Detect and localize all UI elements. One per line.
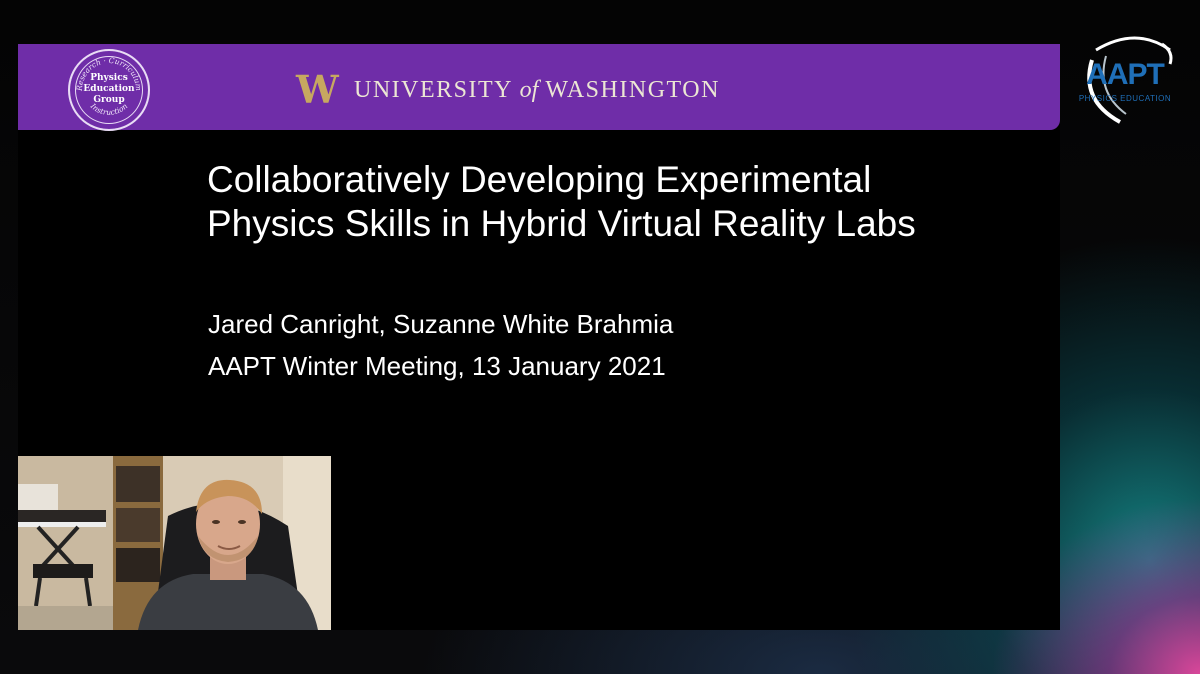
presenter-webcam-feed xyxy=(18,456,331,630)
aapt-logo-text: AAPT xyxy=(1086,58,1165,91)
uw-name-university: UNIVERSITY xyxy=(354,77,513,103)
university-banner: Research · Curriculum Instruction Physic… xyxy=(18,44,1060,131)
uw-w-logo-icon: W xyxy=(296,67,339,112)
aapt-logo-subtitle: PHYSICS EDUCATION xyxy=(1078,94,1172,103)
uw-name-of: of xyxy=(519,77,539,103)
slide-authors: Jared Canright, Suzanne White Brahmia xyxy=(208,309,674,339)
seal-center-text: Physics Education Group xyxy=(83,73,135,105)
presenter-video-icon xyxy=(18,456,331,630)
slide-meeting-info: AAPT Winter Meeting, 13 January 2021 xyxy=(208,351,666,381)
uw-wordmark: UNIVERSITY of WASHINGTON xyxy=(354,74,720,106)
uw-name-washington: WASHINGTON xyxy=(545,77,720,103)
slide-title: Collaboratively Developing Experimental … xyxy=(207,159,916,244)
physics-education-group-seal: Research · Curriculum Instruction Physic… xyxy=(68,49,150,131)
